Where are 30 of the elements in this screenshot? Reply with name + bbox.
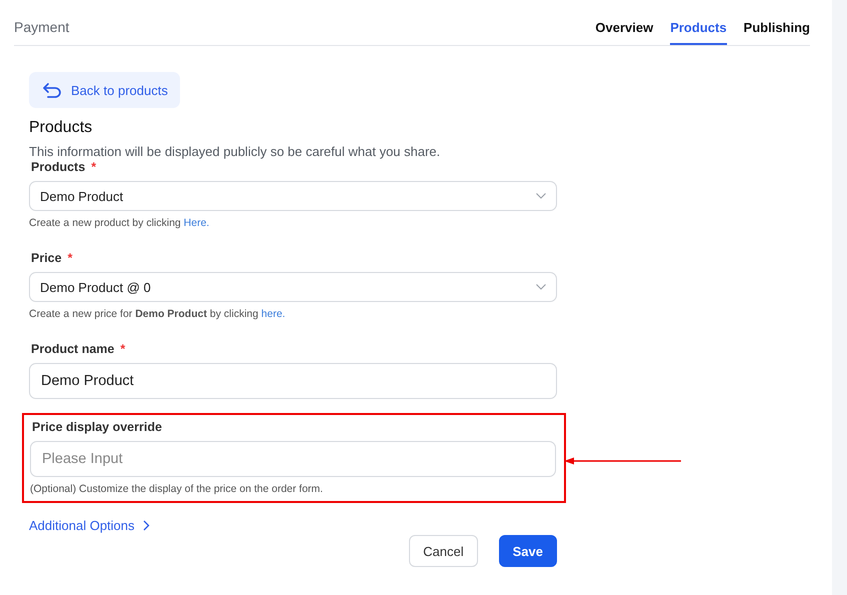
section-title: Products: [29, 119, 94, 137]
help-link[interactable]: Here.: [184, 217, 210, 229]
section-description: This information will be displayed publicly so be careful what you share.: [29, 144, 442, 159]
cancel-button[interactable]: Cancel: [409, 535, 478, 567]
save-button[interactable]: Save: [498, 535, 557, 567]
tab[interactable]: Overview: [595, 0, 654, 45]
field-label: Products: [31, 160, 86, 174]
help-text: (Optional) Customize the display of the price on the order form.: [30, 483, 323, 495]
additional-options-link[interactable]: Additional Options: [29, 518, 135, 533]
required-marker: *: [120, 342, 126, 356]
required-marker: *: [68, 251, 72, 265]
chevron-right-icon: [142, 520, 150, 531]
back-button[interactable]: Back to products: [29, 72, 180, 108]
field-label: Product name: [31, 342, 114, 356]
select-field[interactable]: Demo Product @ 0: [29, 272, 557, 302]
select-field[interactable]: Demo Product: [29, 181, 557, 211]
help-text: Create a new price for Demo Product by clicking: [29, 308, 260, 320]
help-link[interactable]: here.: [261, 308, 286, 320]
help-text: Create a new product by clicking: [29, 217, 182, 229]
field-label: Price display override: [32, 420, 162, 434]
input-field[interactable]: Please Input: [30, 441, 556, 477]
field-label: Price: [31, 251, 62, 265]
chevron-down-icon: [536, 284, 546, 290]
back-arrow-icon: [42, 82, 62, 98]
required-marker: *: [91, 160, 96, 174]
chevron-down-icon: [536, 193, 546, 199]
page-title: Payment: [14, 19, 70, 37]
tab[interactable]: Products: [670, 0, 727, 45]
input-field[interactable]: Demo Product: [29, 363, 557, 399]
tab[interactable]: Publishing: [744, 0, 810, 45]
